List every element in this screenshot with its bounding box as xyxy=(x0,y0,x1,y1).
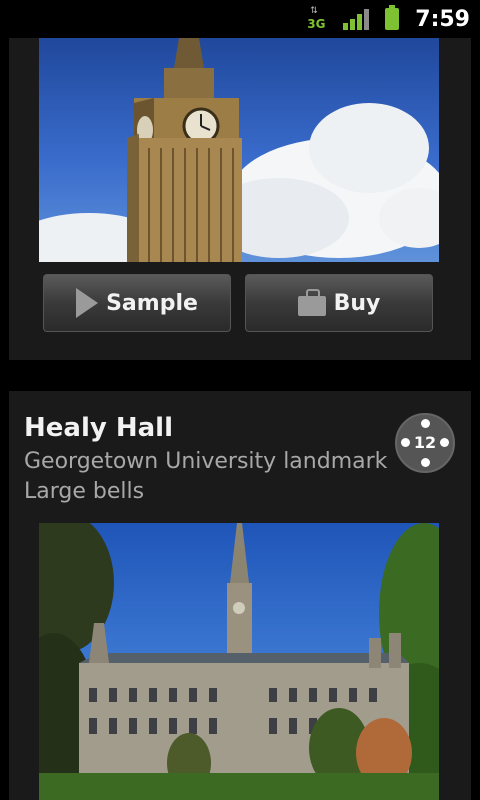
card-subtitle-line2: Large bells xyxy=(24,479,145,504)
battery-icon xyxy=(385,5,400,30)
ringtone-card-healy-hall[interactable]: Healy Hall Georgetown University landmar… xyxy=(9,391,471,800)
shopping-bag-icon xyxy=(297,289,326,316)
buy-button[interactable]: Buy xyxy=(245,274,433,332)
network-3g-icon: ⇅ 3G xyxy=(307,6,326,31)
sample-button-label: Sample xyxy=(106,290,198,316)
ringtone-card-big-ben: Sample Buy xyxy=(9,38,471,360)
card-title: Healy Hall xyxy=(24,413,173,443)
count-badge-number: 12 xyxy=(413,433,437,452)
card-subtitle-line1: Georgetown University landmark xyxy=(24,449,388,474)
status-bar: ⇅ 3G 7:59 xyxy=(0,0,480,38)
healy-hall-photo xyxy=(39,523,439,800)
big-ben-photo xyxy=(39,38,439,262)
count-badge[interactable]: 12 xyxy=(395,413,455,473)
network-type-label: 3G xyxy=(307,17,326,31)
status-icons: ⇅ 3G 7:59 xyxy=(307,0,480,38)
sample-button[interactable]: Sample xyxy=(43,274,231,332)
status-clock: 7:59 xyxy=(415,6,470,32)
signal-strength-icon xyxy=(343,8,371,30)
buy-button-label: Buy xyxy=(333,290,381,316)
play-icon xyxy=(76,288,99,318)
